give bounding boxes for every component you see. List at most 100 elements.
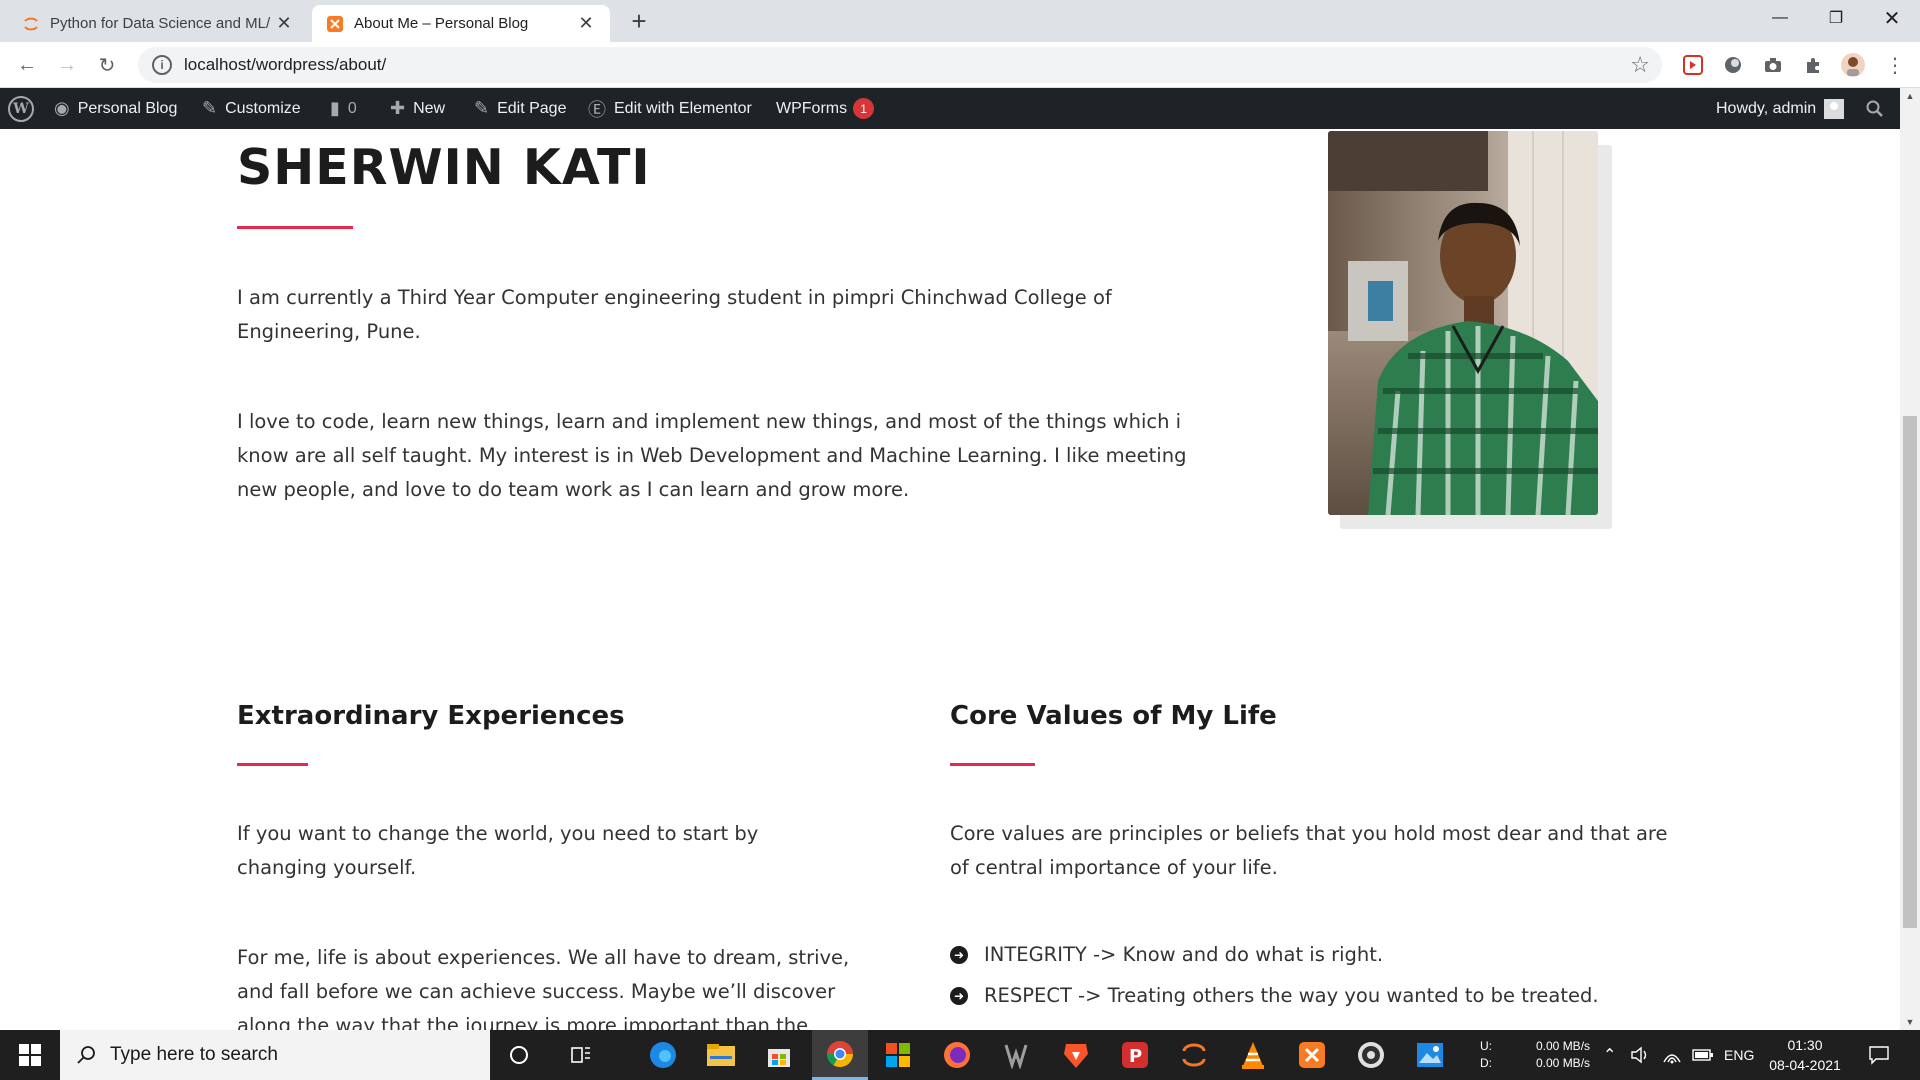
camera-icon[interactable]	[1760, 52, 1786, 78]
page-title: SHERWIN KATI	[237, 139, 651, 196]
search-icon	[77, 1046, 95, 1064]
windows-logo-icon	[19, 1044, 41, 1066]
site-name: Personal Blog	[77, 99, 178, 117]
network-speed-values: 0.00 MB/s 0.00 MB/s	[1536, 1030, 1590, 1080]
scroll-down-arrow-icon[interactable]: ▼	[1900, 1014, 1920, 1030]
restore-button[interactable]: ❐	[1808, 0, 1864, 36]
edit-elementor-label: Edit with Elementor	[614, 99, 752, 117]
chrome-taskbar-icon[interactable]	[812, 1030, 868, 1080]
site-info-icon[interactable]: i	[152, 55, 172, 75]
wpforms-notification-badge: 1	[853, 98, 875, 119]
values-paragraph: Core values are principles or beliefs th…	[950, 822, 1668, 879]
wpforms-menu[interactable]: WPForms 1	[776, 88, 875, 129]
colorful-app-icon[interactable]	[878, 1035, 918, 1075]
jupyter-taskbar-icon[interactable]	[1174, 1035, 1214, 1075]
user-avatar	[1824, 98, 1845, 119]
xampp-taskbar-icon[interactable]	[1292, 1035, 1332, 1075]
chevron-up-icon[interactable]: ⌃	[1603, 1030, 1616, 1080]
edit-page-link[interactable]: ✎ Edit Page	[474, 88, 566, 129]
edit-elementor-link[interactable]: Ⓔ Edit with Elementor	[588, 88, 752, 129]
close-window-button[interactable]: ✕	[1864, 0, 1920, 36]
svg-text:P: P	[1129, 1046, 1142, 1067]
page-content: SHERWIN KATI I am currently a Third Year…	[0, 129, 1900, 1030]
experiences-heading: Extraordinary Experiences	[237, 701, 625, 731]
wifi-icon[interactable]	[1662, 1030, 1682, 1080]
brush-icon: ✎	[202, 98, 218, 118]
new-content-menu[interactable]: ✚ New	[390, 88, 445, 129]
notification-center-icon[interactable]	[1868, 1030, 1890, 1080]
search-placeholder: Type here to search	[110, 1044, 278, 1065]
xampp-icon	[326, 15, 344, 33]
profile-avatar[interactable]	[1840, 52, 1866, 78]
edit-page-label: Edit Page	[497, 99, 567, 117]
new-tab-button[interactable]: +	[624, 6, 654, 37]
taskbar-search-box[interactable]: Type here to search	[60, 1030, 490, 1080]
dashboard-icon: ◉	[54, 98, 70, 118]
customize-label: Customize	[225, 99, 301, 117]
site-name-menu[interactable]: ◉ Personal Blog	[54, 88, 177, 129]
minimize-button[interactable]: —	[1752, 0, 1808, 36]
reload-button[interactable]: ↻	[92, 50, 122, 80]
comment-bubble-icon: ▮	[330, 98, 340, 118]
vlc-icon[interactable]	[1233, 1035, 1273, 1075]
brave-icon[interactable]	[1056, 1035, 1096, 1075]
store-icon[interactable]	[759, 1035, 799, 1075]
comments-link[interactable]: ▮ 0	[330, 88, 357, 129]
file-explorer-icon[interactable]	[701, 1035, 741, 1075]
elementor-icon: Ⓔ	[588, 99, 606, 120]
psiphon-icon[interactable]: P	[1115, 1035, 1155, 1075]
predator-icon[interactable]	[996, 1035, 1036, 1075]
network-speed-labels: U: D:	[1480, 1030, 1492, 1080]
wp-logo-menu[interactable]: W	[8, 88, 34, 129]
howdy-label: Howdy, admin	[1716, 99, 1817, 117]
battery-icon[interactable]	[1692, 1030, 1714, 1080]
task-view-icon[interactable]	[561, 1035, 601, 1075]
browser-toolbar: ← → ↻ i localhost/wordpress/about/ ☆	[0, 42, 1920, 88]
pencil-icon: ✎	[474, 98, 490, 118]
close-icon[interactable]: ✕	[274, 13, 294, 34]
scroll-up-arrow-icon[interactable]: ▲	[1900, 88, 1920, 104]
my-account-menu[interactable]: Howdy, admin	[1716, 88, 1845, 129]
plus-icon: ✚	[390, 98, 406, 118]
values-heading: Core Values of My Life	[950, 701, 1277, 731]
wordpress-logo-icon: W	[8, 95, 34, 122]
value-item-text: INTEGRITY -> Know and do what is right.	[984, 943, 1384, 966]
search-icon	[1866, 100, 1883, 117]
clock-time: 01:30	[1787, 1037, 1823, 1053]
customize-link[interactable]: ✎ Customize	[202, 88, 301, 129]
obs-icon[interactable]	[1351, 1035, 1391, 1075]
extension-circle-icon[interactable]	[1720, 52, 1746, 78]
title-divider	[237, 226, 353, 229]
list-item: ➜ INTEGRITY -> Know and do what is right…	[950, 943, 1383, 966]
start-button[interactable]	[0, 1030, 60, 1080]
download-label: D:	[1480, 1056, 1492, 1070]
tab-python-ds[interactable]: Python for Data Science and ML/ ✕	[8, 5, 308, 42]
clock[interactable]: 01:30 08-04-2021	[1765, 1030, 1845, 1080]
chrome-menu-icon[interactable]: ⋮	[1882, 52, 1908, 78]
scrollbar-thumb[interactable]	[1903, 416, 1917, 928]
page-scrollbar[interactable]: ▲ ▼	[1900, 88, 1920, 1030]
tab-about-me[interactable]: About Me – Personal Blog ✕	[312, 5, 610, 42]
firefox-icon[interactable]	[937, 1035, 977, 1075]
admin-search-button[interactable]	[1866, 88, 1884, 129]
photos-icon[interactable]	[1410, 1035, 1450, 1075]
wpforms-label: WPForms	[776, 99, 848, 117]
experiences-paragraph-1: If you want to change the world, you nee…	[237, 822, 759, 879]
value-item-text: RESPECT -> Treating others the way you w…	[984, 984, 1599, 1007]
experiences-divider	[237, 763, 308, 766]
extension-red-icon[interactable]	[1680, 52, 1706, 78]
url-text: localhost/wordpress/about/	[184, 55, 387, 74]
volume-icon[interactable]	[1630, 1030, 1650, 1080]
jupyter-icon	[22, 15, 40, 33]
bookmark-star-icon[interactable]: ☆	[1630, 52, 1650, 78]
close-icon[interactable]: ✕	[576, 13, 596, 34]
back-button[interactable]: ←	[12, 50, 42, 80]
extensions-puzzle-icon[interactable]	[1800, 52, 1826, 78]
cortana-icon[interactable]	[499, 1035, 539, 1075]
clock-date: 08-04-2021	[1769, 1057, 1841, 1073]
address-bar[interactable]: i localhost/wordpress/about/ ☆	[138, 47, 1662, 83]
language-indicator[interactable]: ENG	[1724, 1030, 1754, 1080]
tab-title: Python for Data Science and ML/	[50, 15, 271, 32]
edge-icon[interactable]	[643, 1035, 683, 1075]
forward-button[interactable]: →	[52, 50, 82, 80]
